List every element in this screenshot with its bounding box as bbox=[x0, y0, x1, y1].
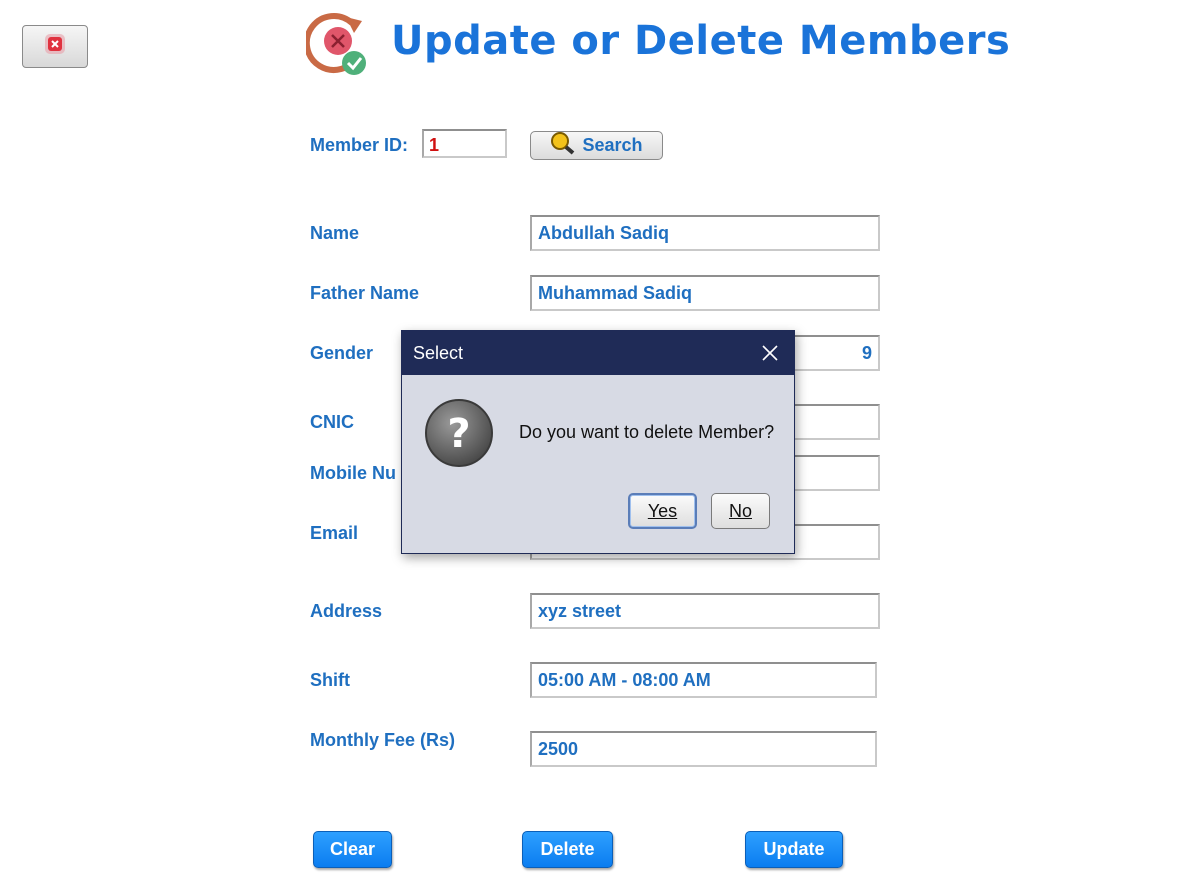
shift-field[interactable]: 05:00 AM - 08:00 AM bbox=[530, 662, 877, 698]
no-button[interactable]: No bbox=[711, 493, 770, 529]
dialog-close-icon[interactable] bbox=[761, 344, 779, 367]
close-icon bbox=[43, 32, 67, 61]
father-name-label: Father Name bbox=[310, 283, 420, 303]
magnifier-icon bbox=[550, 131, 576, 160]
clear-button[interactable]: Clear bbox=[313, 831, 392, 868]
mobile-number-label: Mobile Nu bbox=[310, 463, 396, 483]
delete-button[interactable]: Delete bbox=[522, 831, 613, 868]
monthly-fee-field[interactable]: 2500 bbox=[530, 731, 877, 767]
page-title: Update or Delete Members bbox=[391, 18, 1011, 64]
gender-label: Gender bbox=[310, 343, 374, 363]
update-button[interactable]: Update bbox=[745, 831, 843, 868]
cnic-label: CNIC bbox=[310, 412, 354, 432]
father-name-field[interactable]: Muhammad Sadiq bbox=[530, 275, 880, 311]
no-button-label: No bbox=[728, 500, 752, 521]
member-id-input[interactable]: 1 bbox=[422, 129, 507, 158]
confirm-dialog: Select ? Do you want to delete Member? Y… bbox=[401, 330, 795, 554]
dialog-title: Select bbox=[413, 342, 464, 363]
email-label: Email bbox=[310, 523, 359, 543]
address-field[interactable]: xyz street bbox=[530, 593, 880, 629]
name-field[interactable]: Abdullah Sadiq bbox=[530, 215, 880, 251]
yes-button-label: Yes bbox=[647, 500, 678, 521]
dialog-title-bar: Select bbox=[402, 331, 794, 375]
svg-text:?: ? bbox=[447, 411, 470, 457]
monthly-fee-label: Monthly Fee (Rs) bbox=[310, 730, 456, 750]
search-button-label: Search bbox=[582, 135, 643, 155]
close-button[interactable] bbox=[22, 25, 88, 68]
question-icon: ? bbox=[424, 398, 494, 473]
dialog-message: Do you want to delete Member? bbox=[519, 422, 775, 442]
update-delete-icon bbox=[303, 9, 372, 84]
name-label: Name bbox=[310, 223, 360, 243]
member-id-label: Member ID: bbox=[310, 135, 409, 155]
search-button[interactable]: Search bbox=[530, 131, 663, 160]
shift-label: Shift bbox=[310, 670, 350, 690]
address-label: Address bbox=[310, 601, 383, 621]
yes-button[interactable]: Yes bbox=[628, 493, 697, 529]
